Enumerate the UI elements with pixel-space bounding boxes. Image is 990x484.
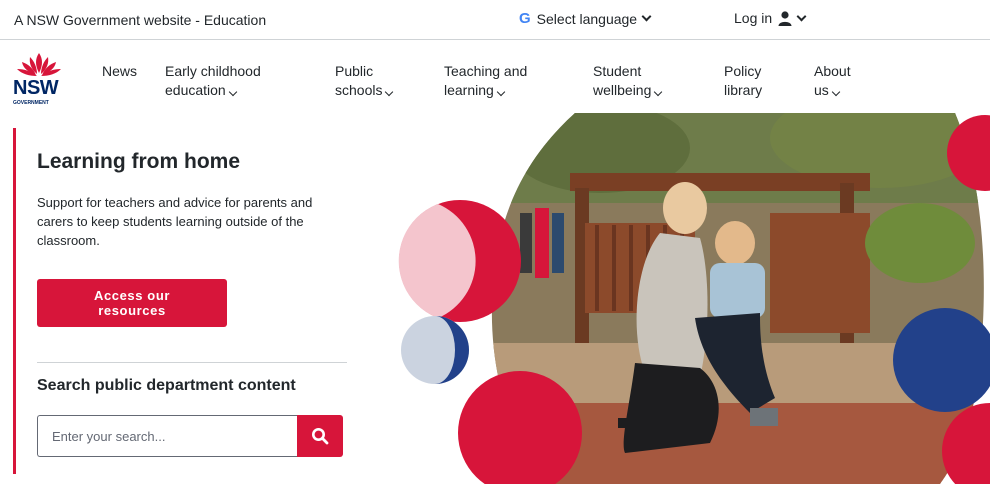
cta-label-line1: Access our bbox=[93, 288, 171, 303]
accent-bar bbox=[13, 128, 16, 474]
waratah-logo-icon bbox=[17, 53, 61, 76]
search-input[interactable] bbox=[37, 415, 298, 457]
nav-item-early-childhood-education[interactable]: Early childhood education bbox=[165, 62, 261, 100]
search-heading: Search public department content bbox=[37, 377, 296, 394]
logo-subtext: GOVERNMENT bbox=[13, 100, 49, 106]
chevron-down-icon bbox=[831, 87, 841, 97]
select-language-label: Select language bbox=[536, 10, 638, 27]
login-label: Log in bbox=[734, 10, 773, 26]
hero-image bbox=[380, 113, 990, 484]
nav-label: education bbox=[165, 82, 226, 98]
nav-label: Early childhood bbox=[165, 63, 261, 79]
search-icon bbox=[312, 428, 329, 445]
government-website-label: A NSW Government website - Education bbox=[14, 12, 267, 28]
nav-label: us bbox=[814, 82, 829, 98]
utility-bar: A NSW Government website - Education G S… bbox=[0, 0, 990, 40]
chevron-down-icon bbox=[496, 87, 506, 97]
login-button[interactable]: Log in bbox=[734, 10, 807, 26]
nav-item-about-us[interactable]: About us bbox=[814, 62, 851, 100]
page-title: Learning from home bbox=[37, 150, 241, 173]
search-button[interactable] bbox=[297, 415, 343, 457]
nav-label: wellbeing bbox=[593, 82, 652, 98]
main-navigation: NSW GOVERNMENT News Early childhood educ… bbox=[0, 41, 990, 113]
google-icon: G bbox=[519, 10, 531, 27]
hero-photo-illustration bbox=[398, 113, 990, 484]
nav-label: Public bbox=[335, 63, 374, 79]
nav-label: About bbox=[814, 63, 851, 79]
chevron-down-icon bbox=[654, 87, 663, 97]
user-icon bbox=[778, 10, 792, 26]
nav-label: News bbox=[102, 63, 138, 79]
nav-label: Student bbox=[593, 63, 642, 79]
nav-label: library bbox=[724, 82, 763, 98]
divider bbox=[37, 362, 347, 363]
nav-item-policy-library[interactable]: Policy library bbox=[724, 62, 762, 100]
nav-item-teaching-and-learning[interactable]: Teaching and learning bbox=[444, 62, 527, 100]
nav-label: Teaching and bbox=[444, 63, 528, 79]
nav-item-student-wellbeing[interactable]: Student wellbeing bbox=[593, 62, 663, 100]
nav-item-public-schools[interactable]: Public schools bbox=[335, 62, 394, 100]
cta-label-line2: resources bbox=[98, 303, 166, 318]
hero-description: Support for teachers and advice for pare… bbox=[37, 195, 313, 248]
select-language-button[interactable]: G Select language bbox=[519, 10, 652, 27]
chevron-down-icon bbox=[796, 11, 807, 21]
chevron-down-icon bbox=[228, 87, 237, 97]
access-resources-button[interactable]: Access our resources bbox=[37, 279, 227, 327]
logo-wordmark: NSW bbox=[13, 77, 59, 99]
nav-label: Policy bbox=[724, 63, 762, 79]
nav-item-news[interactable]: News bbox=[102, 62, 137, 81]
nav-label: learning bbox=[444, 82, 494, 98]
nav-label: schools bbox=[335, 82, 383, 98]
nsw-government-logo[interactable]: NSW GOVERNMENT bbox=[13, 51, 65, 111]
chevron-down-icon bbox=[641, 11, 652, 22]
chevron-down-icon bbox=[385, 87, 394, 97]
